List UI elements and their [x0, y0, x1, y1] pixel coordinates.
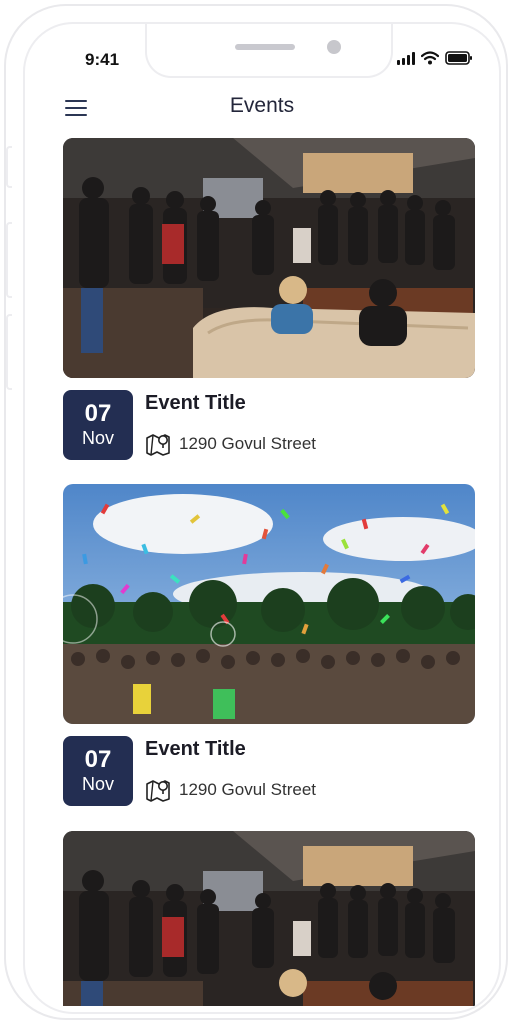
battery-icon — [445, 51, 472, 65]
indoor-crowd-photo — [63, 138, 475, 378]
indoor-crowd-photo — [63, 831, 475, 1006]
event-card[interactable]: 07 Nov Event Title 1290 Govul Street — [63, 138, 477, 460]
phone-screen: 9:41 Events 07 Nov Event Title 1290 Govu… — [23, 22, 501, 1014]
date-month: Nov — [81, 428, 114, 448]
page-title: Events — [229, 94, 295, 117]
app-header: Events — [25, 90, 499, 126]
address-text: 1290 Govul Street — [179, 434, 317, 453]
event-title[interactable]: Event Title — [145, 392, 246, 415]
status-time: 9:41 — [85, 50, 120, 69]
phone-frame: 9:41 Events 07 Nov Event Title 1290 Govu… — [4, 4, 508, 1020]
event-address: 1290 Govul Street — [145, 778, 316, 802]
map-pin-icon — [146, 780, 170, 802]
event-title[interactable]: Event Title — [145, 738, 246, 761]
event-image[interactable] — [63, 831, 475, 1006]
confetti-festival-photo — [63, 484, 475, 724]
date-day: 07 — [84, 746, 112, 773]
wifi-icon — [421, 51, 439, 65]
address-text: 1290 Govul Street — [179, 780, 317, 799]
event-image[interactable] — [63, 138, 475, 378]
status-icons — [397, 50, 473, 66]
date-badge: 07 Nov — [63, 390, 133, 460]
map-pin-icon — [146, 434, 170, 456]
volume-up-button — [6, 222, 12, 298]
front-camera — [327, 40, 341, 54]
event-card[interactable]: 07 Nov Event Title 1290 Govul Street — [63, 484, 477, 806]
date-badge: 07 Nov — [63, 736, 133, 806]
notch — [145, 24, 393, 78]
event-card[interactable] — [63, 831, 477, 1006]
volume-down-button — [6, 314, 12, 390]
event-image[interactable] — [63, 484, 475, 724]
event-address: 1290 Govul Street — [145, 432, 316, 456]
date-day: 07 — [84, 400, 112, 427]
cellular-signal-icon — [397, 51, 415, 65]
speaker — [235, 44, 295, 50]
date-month: Nov — [81, 774, 114, 794]
mute-switch — [6, 146, 12, 188]
